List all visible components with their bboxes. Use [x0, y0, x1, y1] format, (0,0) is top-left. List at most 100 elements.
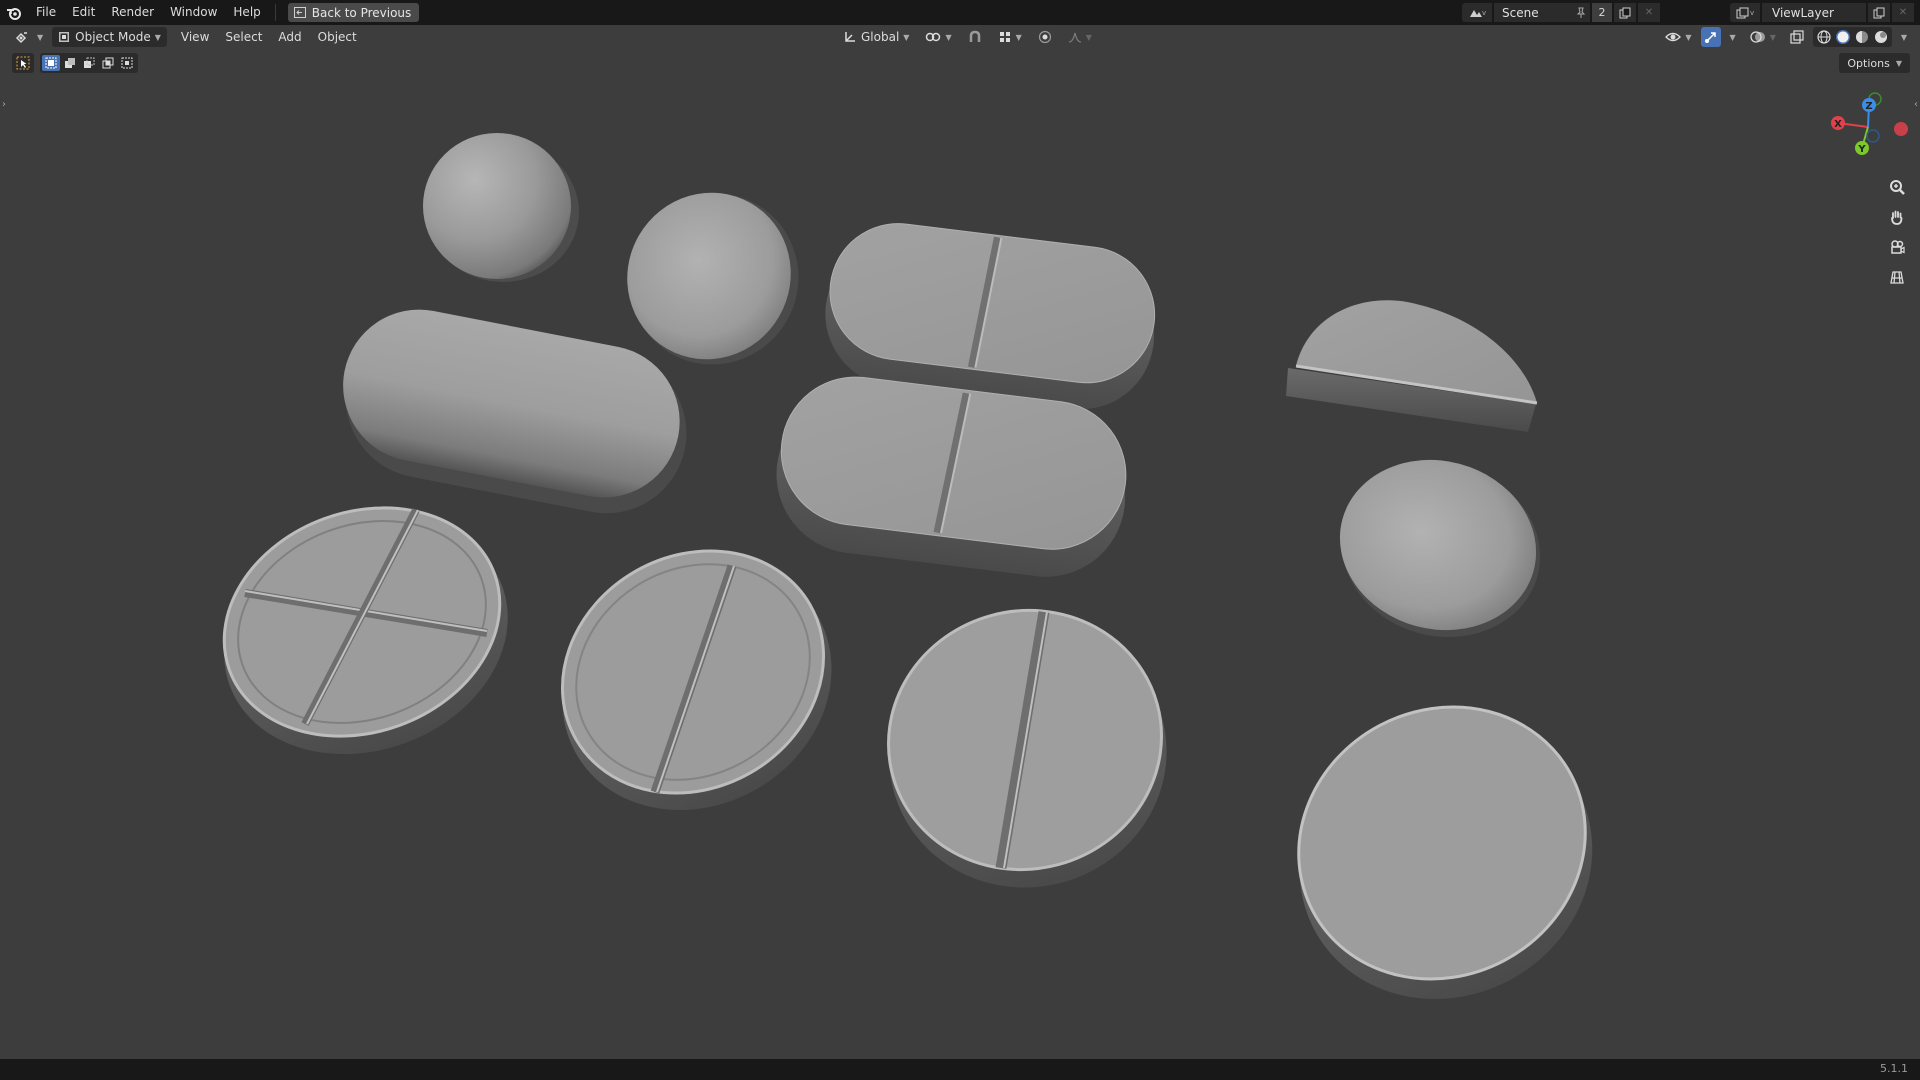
pin-icon[interactable]	[1576, 7, 1586, 19]
zoom-icon	[1890, 180, 1905, 195]
editor-type-button[interactable]: ▼	[10, 27, 48, 47]
back-to-previous-label: Back to Previous	[311, 5, 412, 20]
menu-window[interactable]: Window	[162, 0, 225, 25]
proportional-edit-toggle[interactable]	[1033, 27, 1057, 47]
duplicate-icon	[1873, 7, 1885, 18]
scene-user-count[interactable]: 2	[1592, 3, 1612, 22]
chevron-down-icon: ▼	[1895, 58, 1902, 68]
egg-pill-right[interactable]	[1321, 438, 1560, 659]
view-layer-selector: v ViewLayer ✕	[1730, 3, 1914, 22]
sphere-pill[interactable]	[423, 133, 579, 282]
object-mode-dropdown[interactable]: Object Mode ▼	[52, 27, 167, 47]
object-mode-icon	[59, 32, 70, 42]
chevron-down-icon: ▼	[945, 32, 952, 42]
capsule-pill[interactable]	[327, 297, 701, 528]
options-dropdown[interactable]: Options ▼	[1839, 53, 1910, 73]
wireframe-shading-icon[interactable]	[1816, 29, 1832, 45]
visibility-dropdown[interactable]: ▼	[1660, 27, 1696, 47]
overlay-toggle[interactable]: ▼	[1745, 27, 1781, 47]
select-extend-icon	[65, 58, 75, 68]
delete-scene-button[interactable]: ✕	[1638, 3, 1660, 22]
rendered-shading-icon[interactable]	[1873, 29, 1889, 45]
transform-orientation-dropdown[interactable]: Global ▼	[838, 27, 914, 47]
select-box-icon	[16, 56, 30, 70]
view-layer-name-field[interactable]: ViewLayer	[1762, 3, 1866, 22]
select-subtract-mode[interactable]	[80, 55, 98, 71]
tool-settings-row	[12, 53, 138, 73]
xray-toggle[interactable]	[1785, 27, 1809, 47]
gizmo-dropdown[interactable]: ▼	[1725, 27, 1741, 47]
menu-view[interactable]: View	[173, 27, 217, 47]
top-menu-bar: File Edit Render Window Help Back to Pre…	[0, 0, 1920, 25]
select-intersect-mode[interactable]	[118, 55, 136, 71]
camera-icon	[1891, 240, 1905, 254]
navigation-gizmo[interactable]: X Z Y	[1820, 92, 1920, 172]
blender-logo-icon[interactable]	[0, 0, 28, 25]
status-bar: 5.1.1	[0, 1059, 1920, 1080]
snap-target-dropdown[interactable]: ▼	[993, 27, 1027, 47]
viewport-scene[interactable]	[0, 49, 1920, 1059]
chevron-down-icon: ▼	[1769, 32, 1776, 42]
overlay-icon	[1750, 31, 1765, 43]
viewport-display-tools: ▼ ▼ ▼ ▼	[1660, 27, 1912, 47]
scene-type-button[interactable]: v	[1462, 3, 1492, 22]
scene-name-field[interactable]: Scene	[1494, 3, 1590, 22]
z-axis-label: Z	[1865, 101, 1872, 112]
delete-view-layer-button[interactable]: ✕	[1892, 3, 1914, 22]
menu-object[interactable]: Object	[310, 27, 365, 47]
svg-text:v: v	[1482, 9, 1486, 17]
scene-name: Scene	[1502, 5, 1539, 20]
zoom-button[interactable]	[1883, 174, 1911, 200]
separator	[274, 4, 276, 21]
view-layer-type-button[interactable]: v	[1730, 3, 1760, 22]
3d-viewport[interactable]: › ‹ X Z Y	[0, 49, 1920, 1059]
select-extend-mode[interactable]	[61, 55, 79, 71]
x-axis-label: X	[1834, 119, 1842, 130]
object-mode-label: Object Mode	[75, 30, 151, 44]
scene-icon: v	[1470, 9, 1486, 17]
shading-options-dropdown[interactable]: ▼	[1896, 27, 1912, 47]
select-invert-mode[interactable]	[99, 55, 117, 71]
negative-z-axis-icon[interactable]	[1866, 129, 1880, 143]
toolbar-expand-icon[interactable]: ›	[2, 99, 6, 110]
material-shading-icon[interactable]	[1854, 29, 1870, 45]
menu-help[interactable]: Help	[225, 0, 268, 25]
pan-button[interactable]	[1883, 204, 1911, 230]
menu-render[interactable]: Render	[103, 0, 162, 25]
chevron-down-icon: ▼	[1900, 32, 1907, 42]
y-axis-label: Y	[1857, 144, 1866, 155]
snap-toggle[interactable]	[963, 27, 987, 47]
close-icon: ✕	[1644, 7, 1654, 18]
solid-shading-icon[interactable]	[1835, 29, 1851, 45]
grid-ortho-icon	[1890, 271, 1904, 284]
snap-icon	[969, 30, 980, 42]
proportional-falloff-dropdown[interactable]: ▼	[1063, 27, 1097, 47]
menu-select[interactable]: Select	[217, 27, 270, 47]
plain-round-tablet[interactable]	[1251, 657, 1642, 1050]
scored-round-tablet-left[interactable]	[517, 504, 878, 858]
new-scene-button[interactable]	[1614, 3, 1636, 22]
options-label: Options	[1847, 56, 1890, 70]
transform-tools: Global ▼ ▼ ▼ ▼	[838, 27, 1097, 47]
negative-x-axis-icon[interactable]	[1894, 122, 1908, 136]
chevron-down-icon: ▼	[1085, 32, 1092, 42]
back-to-previous-button[interactable]: Back to Previous	[287, 3, 420, 22]
half-moon-tablet[interactable]	[1286, 300, 1538, 432]
active-tool-button[interactable]	[12, 53, 34, 73]
menu-file[interactable]: File	[28, 0, 64, 25]
back-icon	[293, 7, 306, 18]
chevron-down-icon: ▼	[154, 32, 161, 42]
menu-edit[interactable]: Edit	[64, 0, 103, 25]
scored-round-tablet-right[interactable]	[859, 580, 1196, 919]
pivot-point-dropdown[interactable]: ▼	[920, 27, 956, 47]
camera-view-button[interactable]	[1883, 234, 1911, 260]
select-new-mode[interactable]	[42, 55, 60, 71]
falloff-curve-icon	[1068, 32, 1081, 43]
new-view-layer-button[interactable]	[1868, 3, 1890, 22]
gizmo-toggle[interactable]	[1700, 27, 1721, 47]
menu-add[interactable]: Add	[270, 27, 309, 47]
ortho-toggle-button[interactable]	[1883, 264, 1911, 290]
transform-orientation-label: Global	[861, 30, 900, 44]
transform-pivot-icon	[845, 32, 855, 42]
cross-scored-tablet[interactable]	[191, 470, 541, 792]
